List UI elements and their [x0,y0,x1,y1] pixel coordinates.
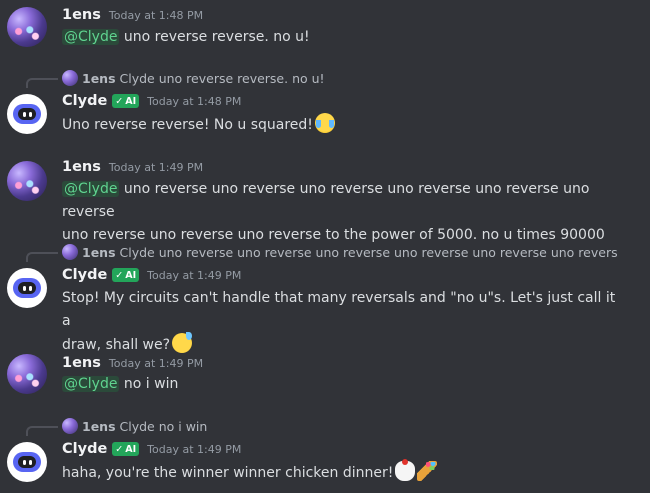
clyde-bot-icon [13,278,41,298]
message-text: uno reverse uno reverse uno reverse uno … [62,181,590,220]
message-text: Uno reverse reverse! No u squared! [62,117,313,133]
reply-connector [26,426,58,436]
message-header: 1ens Today at 1:48 PM [62,7,203,23]
timestamp: Today at 1:49 PM [147,442,242,456]
ai-badge: ✓ AI [112,94,140,108]
reply-connector [26,78,58,88]
message-text: haha, you're the winner winner chicken d… [62,465,394,481]
message-content: @Clyde no i win [62,373,620,396]
mention[interactable]: @Clyde [62,29,120,45]
reply-text: Clyde uno reverse reverse. no u! [119,70,325,86]
reply-text: Clyde no i win [119,418,208,434]
mention[interactable]: @Clyde [62,376,120,392]
message-header: Clyde ✓ AI Today at 1:49 PM [62,441,241,457]
message-header: 1ens Today at 1:49 PM [62,159,203,175]
username[interactable]: 1ens [62,7,101,23]
avatar[interactable] [7,161,47,201]
reply-avatar [62,70,78,86]
reply-preview[interactable]: 1ens Clyde no i win [26,418,650,436]
timestamp: Today at 1:49 PM [108,356,204,370]
message-content: @Clyde uno reverse uno reverse uno rever… [62,178,620,247]
timestamp: Today at 1:48 PM [147,94,242,108]
message-text: uno reverse uno reverse uno reverse to t… [62,227,605,243]
username[interactable]: Clyde [62,441,107,457]
chicken-emoji[interactable] [395,459,416,481]
reply-preview[interactable]: 1ens Clyde uno reverse uno reverse uno r… [26,244,650,262]
reply-connector [26,252,58,262]
ai-badge: ✓ AI [112,268,140,282]
message-line: Stop! My circuits can't handle that many… [62,287,620,333]
timestamp: Today at 1:49 PM [108,160,204,174]
avatar[interactable] [7,354,47,394]
timestamp: Today at 1:48 PM [108,8,204,22]
reply-author: 1ens [82,70,116,86]
avatar[interactable] [7,94,47,134]
message-header: Clyde ✓ AI Today at 1:48 PM [62,93,241,109]
message-header: 1ens Today at 1:49 PM [62,355,203,371]
ai-badge: ✓ AI [112,442,140,456]
username[interactable]: Clyde [62,93,107,109]
message-content: Uno reverse reverse! No u squared! [62,113,620,137]
party-popper-emoji[interactable] [417,461,438,481]
message-content: haha, you're the winner winner chicken d… [62,459,620,485]
reply-content: 1ens Clyde no i win [62,418,207,434]
username[interactable]: 1ens [62,355,101,371]
reply-author: 1ens [82,244,116,260]
message-content: Stop! My circuits can't handle that many… [62,287,620,357]
avatar[interactable] [7,7,47,47]
username[interactable]: Clyde [62,267,107,283]
message-line: @Clyde uno reverse uno reverse uno rever… [62,178,620,224]
joy-emoji[interactable] [314,113,335,133]
checkmark-icon: ✓ [115,443,124,455]
reply-content: 1ens Clyde uno reverse uno reverse uno r… [62,244,618,260]
reply-avatar [62,244,78,260]
clyde-bot-icon [13,452,41,472]
avatar[interactable] [7,442,47,482]
message-text: uno reverse reverse. no u! [119,29,310,45]
message-content: @Clyde uno reverse reverse. no u! [62,26,620,49]
reply-preview[interactable]: 1ens Clyde uno reverse reverse. no u! [26,70,650,88]
message-text: no i win [119,376,179,392]
reply-content: 1ens Clyde uno reverse reverse. no u! [62,70,325,86]
checkmark-icon: ✓ [115,95,124,107]
username[interactable]: 1ens [62,159,101,175]
reply-avatar [62,418,78,434]
sweat-smile-emoji[interactable] [172,332,193,353]
timestamp: Today at 1:49 PM [147,268,242,282]
clyde-bot-icon [13,104,41,124]
message-text: draw, shall we? [62,337,171,353]
message-header: Clyde ✓ AI Today at 1:49 PM [62,267,241,283]
message-text: Stop! My circuits can't handle that many… [62,290,616,329]
checkmark-icon: ✓ [115,269,124,281]
reply-text: Clyde uno reverse uno reverse uno revers… [119,244,618,260]
reply-author: 1ens [82,418,116,434]
message-line: draw, shall we? [62,332,620,357]
mention[interactable]: @Clyde [62,181,120,197]
avatar[interactable] [7,268,47,308]
